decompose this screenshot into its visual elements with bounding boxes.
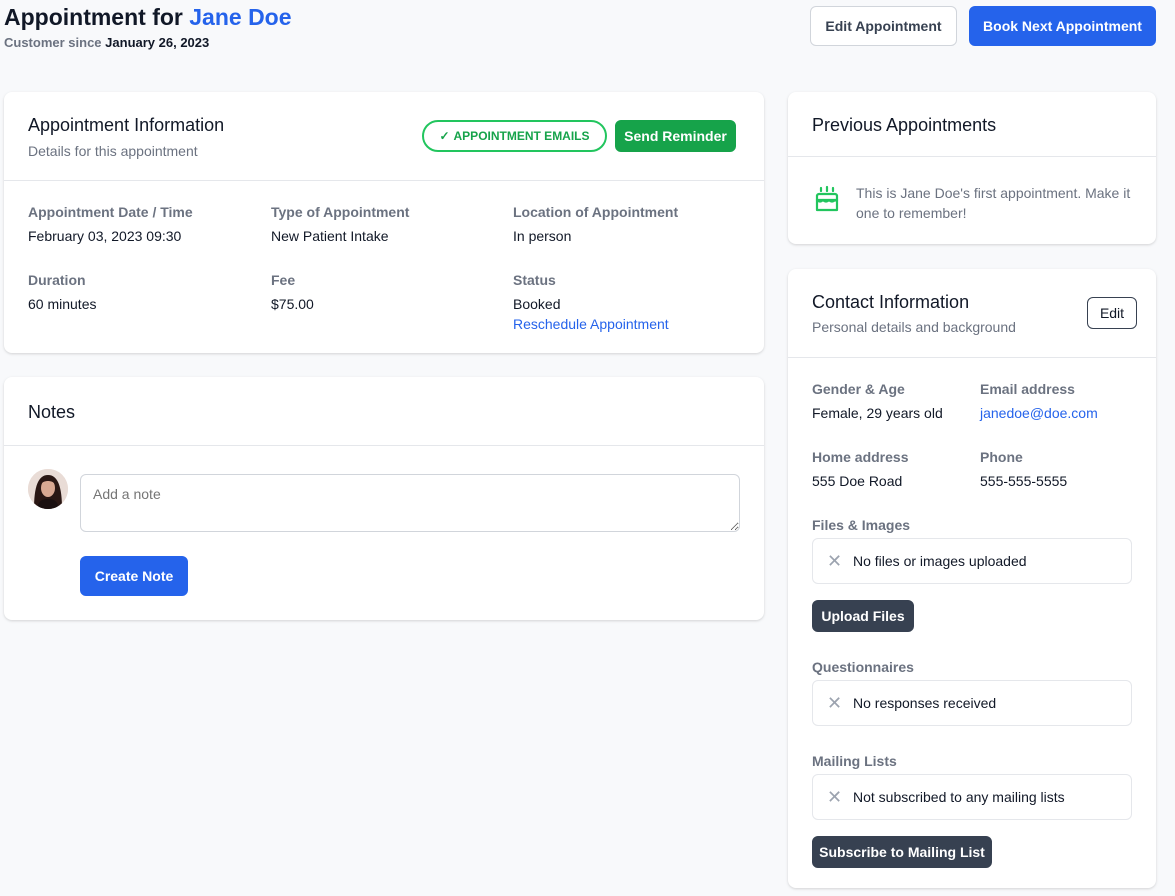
contact-info-card: Contact Information Personal details and… bbox=[788, 269, 1156, 888]
customer-since-date: January 26, 2023 bbox=[105, 35, 210, 50]
mailing-lists-empty-state: ✕ Not subscribed to any mailing lists bbox=[812, 774, 1132, 820]
previous-appointments-title: Previous Appointments bbox=[812, 115, 997, 135]
cake-icon bbox=[812, 184, 842, 214]
files-empty-state: ✕ No files or images uploaded bbox=[812, 538, 1132, 584]
customer-since-label: Customer since bbox=[4, 35, 102, 50]
appointment-type-value: New Patient Intake bbox=[271, 228, 389, 244]
phone-value: 555-555-5555 bbox=[980, 473, 1068, 489]
email-link[interactable]: janedoe@doe.com bbox=[980, 405, 1098, 421]
previous-appointments-card: Previous Appointments This is Jane Doe's… bbox=[788, 92, 1156, 244]
appointment-info-divider bbox=[4, 180, 764, 181]
fee-value: $75.00 bbox=[271, 296, 314, 312]
title-prefix: Appointment for bbox=[4, 4, 183, 30]
close-icon: ✕ bbox=[827, 551, 843, 571]
book-next-appointment-button[interactable]: Book Next Appointment bbox=[969, 6, 1156, 46]
check-icon: ✓ bbox=[439, 129, 450, 143]
appointment-emails-label: APPOINTMENT EMAILS bbox=[453, 129, 590, 143]
previous-appointments-divider bbox=[788, 156, 1156, 157]
upload-files-button[interactable]: Upload Files bbox=[812, 600, 914, 632]
send-reminder-button[interactable]: Send Reminder bbox=[615, 120, 736, 152]
location-label: Location of Appointment bbox=[513, 204, 679, 220]
contact-info-subtitle: Personal details and background bbox=[812, 319, 1016, 335]
customer-since: Customer since January 26, 2023 bbox=[4, 35, 209, 50]
page-title: Appointment for Jane Doe bbox=[4, 4, 292, 31]
home-address-label: Home address bbox=[812, 449, 909, 465]
files-images-label: Files & Images bbox=[812, 517, 911, 533]
appointment-info-title: Appointment Information bbox=[28, 115, 225, 135]
questionnaires-empty-text: No responses received bbox=[853, 695, 997, 711]
note-input[interactable] bbox=[80, 474, 740, 532]
appointment-info-subtitle: Details for this appointment bbox=[28, 143, 198, 159]
edit-contact-button[interactable]: Edit bbox=[1087, 297, 1137, 329]
mailing-lists-label: Mailing Lists bbox=[812, 753, 897, 769]
email-label: Email address bbox=[980, 381, 1075, 397]
duration-value: 60 minutes bbox=[28, 296, 97, 312]
mailing-lists-empty-text: Not subscribed to any mailing lists bbox=[853, 789, 1065, 805]
date-time-label: Appointment Date / Time bbox=[28, 204, 193, 220]
questionnaires-empty-state: ✕ No responses received bbox=[812, 680, 1132, 726]
notes-title: Notes bbox=[28, 402, 76, 422]
close-icon: ✕ bbox=[827, 787, 843, 807]
date-time-value: February 03, 2023 09:30 bbox=[28, 228, 182, 244]
reschedule-appointment-link[interactable]: Reschedule Appointment bbox=[513, 316, 669, 332]
fee-label: Fee bbox=[271, 272, 296, 288]
appointment-type-label: Type of Appointment bbox=[271, 204, 410, 220]
appointment-emails-badge[interactable]: ✓ APPOINTMENT EMAILS bbox=[422, 120, 607, 152]
duration-label: Duration bbox=[28, 272, 86, 288]
subscribe-mailing-list-button[interactable]: Subscribe to Mailing List bbox=[812, 836, 992, 868]
contact-info-divider bbox=[788, 357, 1156, 358]
home-address-value: 555 Doe Road bbox=[812, 473, 903, 489]
avatar bbox=[28, 469, 68, 509]
gender-age-value: Female, 29 years old bbox=[812, 405, 943, 421]
customer-name: Jane Doe bbox=[189, 4, 292, 30]
phone-label: Phone bbox=[980, 449, 1023, 465]
edit-appointment-button[interactable]: Edit Appointment bbox=[810, 6, 957, 46]
gender-age-label: Gender & Age bbox=[812, 381, 905, 397]
notes-card: Notes Create Note bbox=[4, 377, 764, 620]
appointment-info-card: Appointment Information Details for this… bbox=[4, 92, 764, 353]
files-empty-text: No files or images uploaded bbox=[853, 553, 1027, 569]
create-note-button[interactable]: Create Note bbox=[80, 556, 188, 596]
contact-info-title: Contact Information bbox=[812, 292, 970, 312]
first-appointment-message: This is Jane Doe's first appointment. Ma… bbox=[856, 185, 1131, 221]
notes-divider bbox=[4, 445, 764, 446]
status-label: Status bbox=[513, 272, 556, 288]
location-value: In person bbox=[513, 228, 572, 244]
avatar-image bbox=[28, 469, 68, 509]
questionnaires-label: Questionnaires bbox=[812, 659, 914, 675]
status-value: Booked bbox=[513, 296, 561, 312]
close-icon: ✕ bbox=[827, 693, 843, 713]
